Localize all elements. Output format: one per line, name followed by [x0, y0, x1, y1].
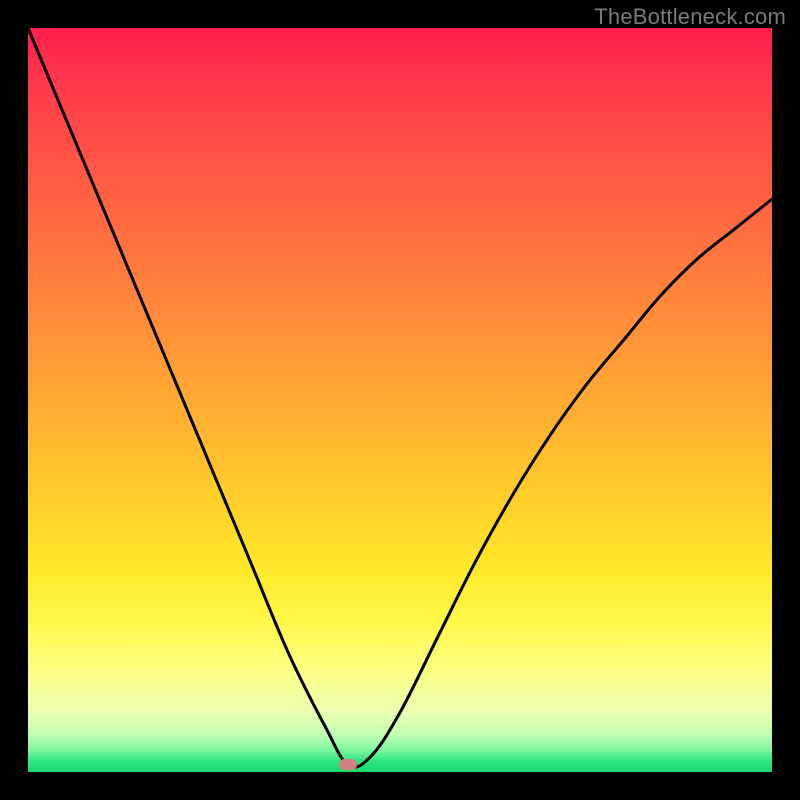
bottleneck-curve — [28, 28, 772, 772]
minimum-marker — [339, 759, 357, 770]
plot-area — [28, 28, 772, 772]
watermark-text: TheBottleneck.com — [594, 4, 786, 30]
chart-frame: TheBottleneck.com — [0, 0, 800, 800]
